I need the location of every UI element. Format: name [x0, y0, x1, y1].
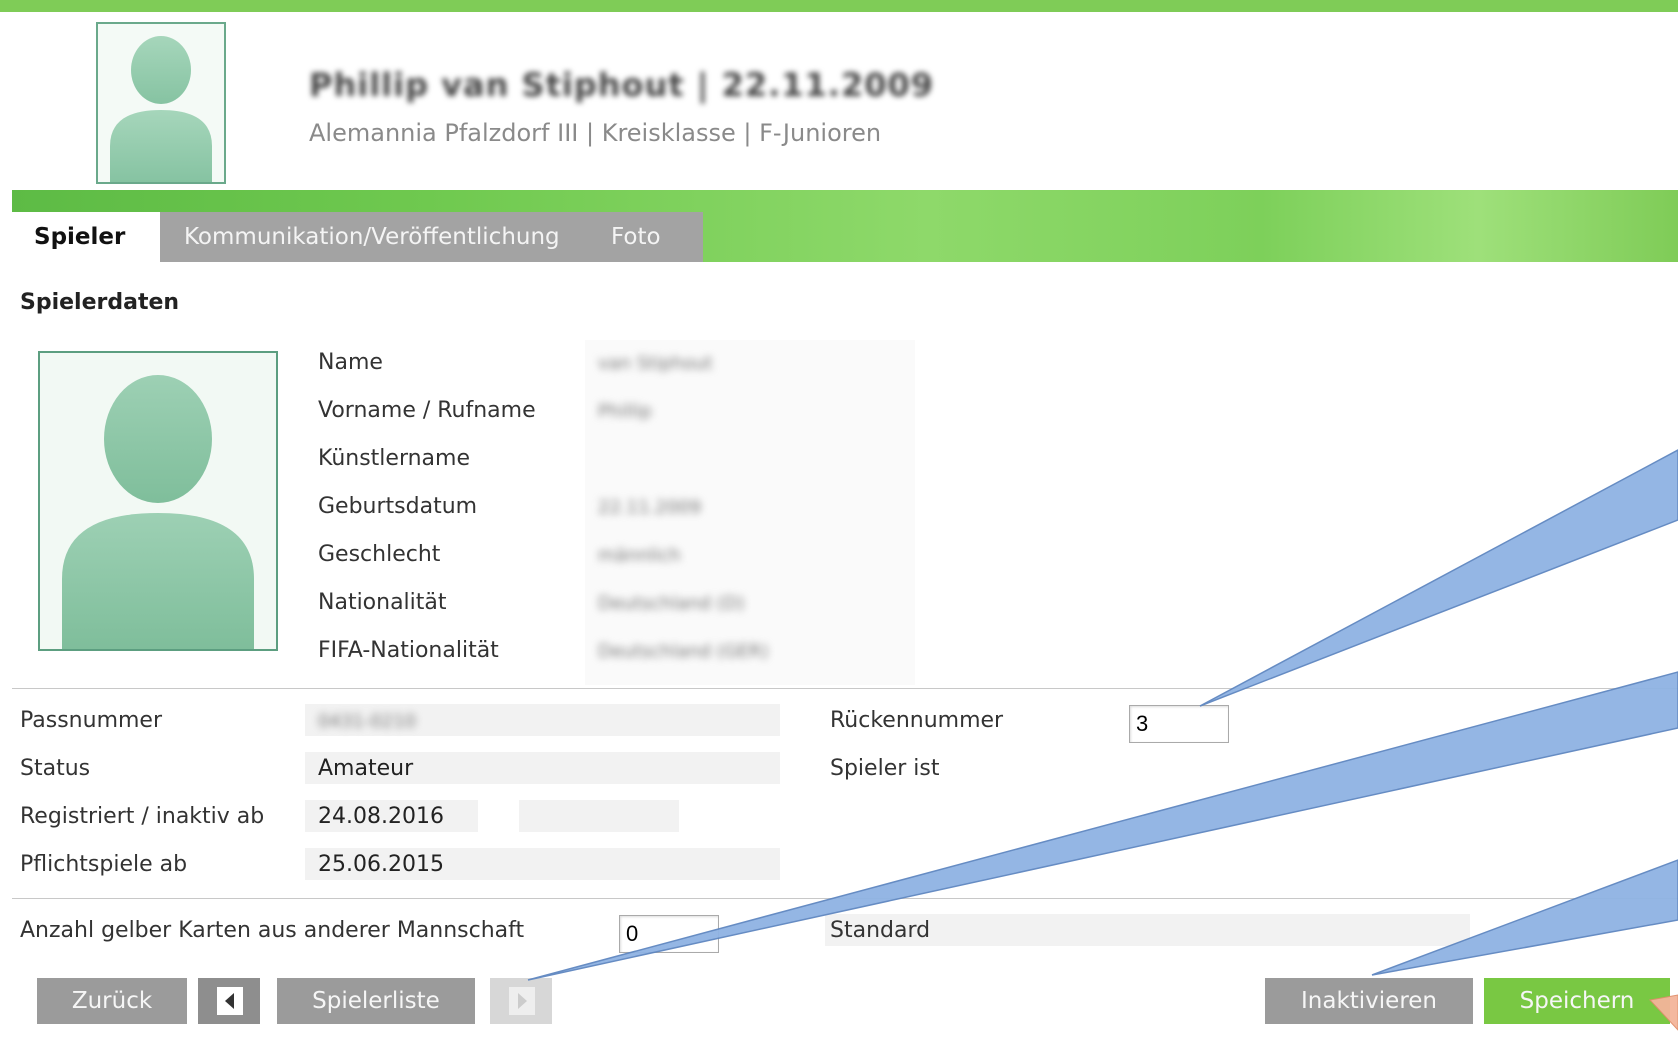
prev-arrow-icon	[217, 987, 243, 1015]
callout-pointer-rueckennummer	[1199, 449, 1678, 707]
value-pflichtspiele: 25.06.2015	[318, 852, 444, 877]
deactivate-button[interactable]: Inaktivieren	[1265, 978, 1473, 1024]
top-accent-line	[0, 0, 1678, 12]
player-list-button[interactable]: Spielerliste	[277, 978, 475, 1024]
label-name: Name	[318, 350, 383, 375]
label-pflichtspiele: Pflichtspiele ab	[20, 852, 188, 877]
section-title: Spielerdaten	[20, 290, 180, 315]
tab-spieler[interactable]: Spieler	[12, 212, 182, 262]
label-geschlecht: Geschlecht	[318, 542, 441, 567]
value-geburtsdatum: 22.11.2009	[598, 497, 702, 518]
label-kuenstlername: Künstlername	[318, 446, 471, 471]
back-button[interactable]: Zurück	[37, 978, 187, 1024]
value-name: van Stiphout	[598, 353, 713, 374]
value-geschlecht: männlich	[598, 545, 681, 566]
inaktiv-field-bg	[519, 800, 679, 832]
value-vorname: Phillip	[598, 401, 652, 422]
label-spieler-ist: Spieler ist	[830, 756, 940, 781]
label-standard: Standard	[830, 918, 931, 943]
value-status: Amateur	[318, 756, 414, 781]
person-silhouette-icon	[40, 353, 276, 649]
save-button[interactable]: Speichern	[1484, 978, 1670, 1024]
player-photo	[38, 351, 278, 651]
person-silhouette-icon	[98, 24, 224, 182]
label-registriert: Registriert / inaktiv ab	[20, 804, 265, 829]
value-registriert: 24.08.2016	[318, 804, 444, 829]
player-subtitle: Alemannia Pfalzdorf III | Kreisklasse | …	[309, 119, 882, 147]
header-avatar	[96, 22, 226, 184]
value-nationalitaet: Deutschland (D)	[598, 593, 745, 614]
prev-player-button[interactable]	[198, 978, 260, 1024]
label-rueckennummer: Rückennummer	[830, 708, 1004, 733]
label-fifa-nationalitaet: FIFA-Nationalität	[318, 638, 499, 663]
next-player-button[interactable]	[490, 978, 552, 1024]
rueckennummer-input[interactable]	[1129, 705, 1229, 743]
tab-foto[interactable]: Foto	[590, 212, 703, 262]
label-geburtsdatum: Geburtsdatum	[318, 494, 478, 519]
label-passnummer: Passnummer	[20, 708, 163, 733]
label-vorname: Vorname / Rufname	[318, 398, 536, 423]
tab-kommunikation[interactable]: Kommunikation/Veröffentlichung	[160, 212, 600, 262]
label-gelbe-karten: Anzahl gelber Karten aus anderer Mannsch…	[20, 918, 525, 943]
gelbe-karten-input[interactable]	[619, 915, 719, 953]
value-passnummer: 0431-0210	[318, 711, 417, 732]
player-title: Phillip van Stiphout | 22.11.2009	[309, 66, 934, 104]
next-arrow-icon	[509, 987, 535, 1015]
divider	[12, 688, 1678, 689]
label-nationalitaet: Nationalität	[318, 590, 447, 615]
divider	[12, 898, 1678, 899]
label-status: Status	[20, 756, 91, 781]
value-fifa-nationalitaet: Deutschland (GER)	[598, 641, 769, 662]
